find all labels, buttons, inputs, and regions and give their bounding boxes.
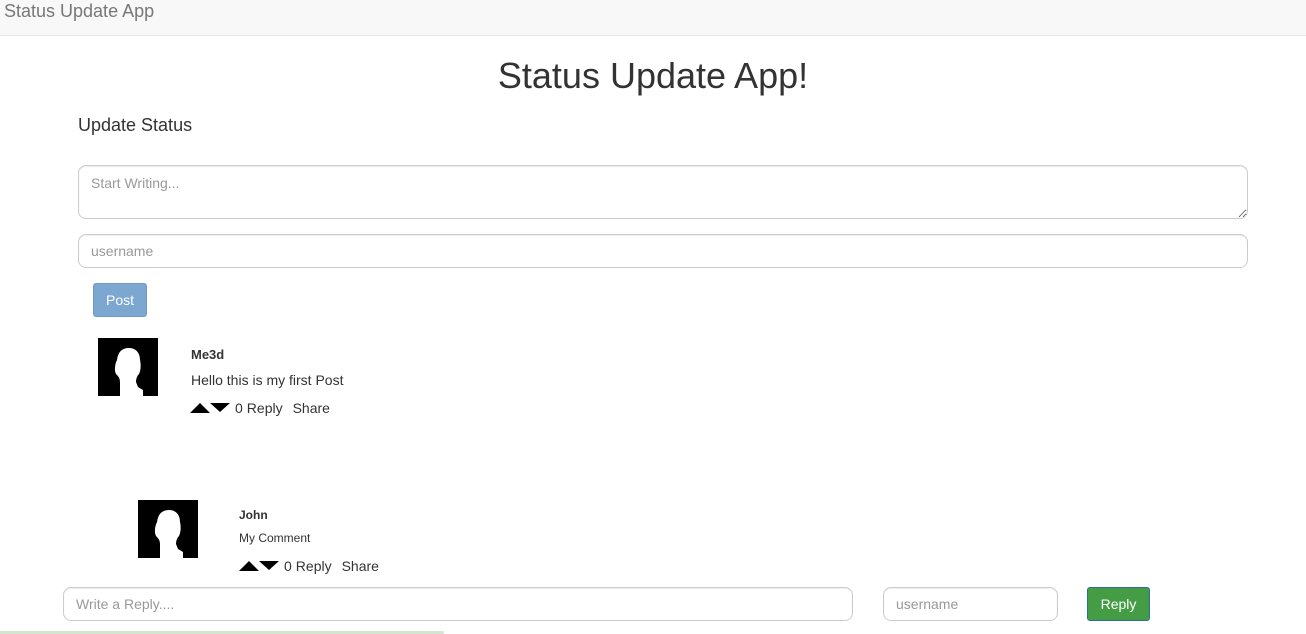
avatar-user-icon [138, 500, 198, 558]
status-textarea[interactable] [78, 165, 1248, 219]
avatar-user-icon [98, 338, 158, 396]
page-title: Status Update App! [497, 55, 809, 96]
share-link[interactable]: Share [342, 558, 379, 574]
post-button[interactable]: Post [93, 283, 147, 317]
vote-count: 0 [284, 558, 292, 574]
comment-actions: 0 Reply Share [239, 558, 379, 574]
username-input[interactable] [78, 234, 1248, 268]
reply-link[interactable]: Reply [296, 558, 332, 574]
post-actions: 0 Reply Share [190, 400, 330, 416]
comment-author: John [239, 508, 268, 522]
triangle-down-icon[interactable] [259, 560, 279, 570]
vote-count: 0 [235, 400, 243, 416]
comment-text: My Comment [239, 531, 311, 545]
triangle-up-icon[interactable] [190, 402, 210, 413]
triangle-down-icon[interactable] [210, 402, 230, 412]
section-heading: Update Status [78, 115, 193, 135]
post-author: Me3d [191, 347, 225, 362]
reply-link[interactable]: Reply [247, 400, 283, 416]
navbar-brand[interactable]: Status Update App [4, 1, 154, 21]
reply-button[interactable]: Reply [1087, 587, 1150, 621]
share-link[interactable]: Share [293, 400, 330, 416]
navbar: Status Update App [0, 0, 1306, 36]
triangle-up-icon[interactable] [239, 560, 259, 571]
reply-input[interactable] [63, 587, 853, 621]
reply-username-input[interactable] [883, 587, 1058, 621]
post-text: Hello this is my first Post [191, 372, 344, 388]
